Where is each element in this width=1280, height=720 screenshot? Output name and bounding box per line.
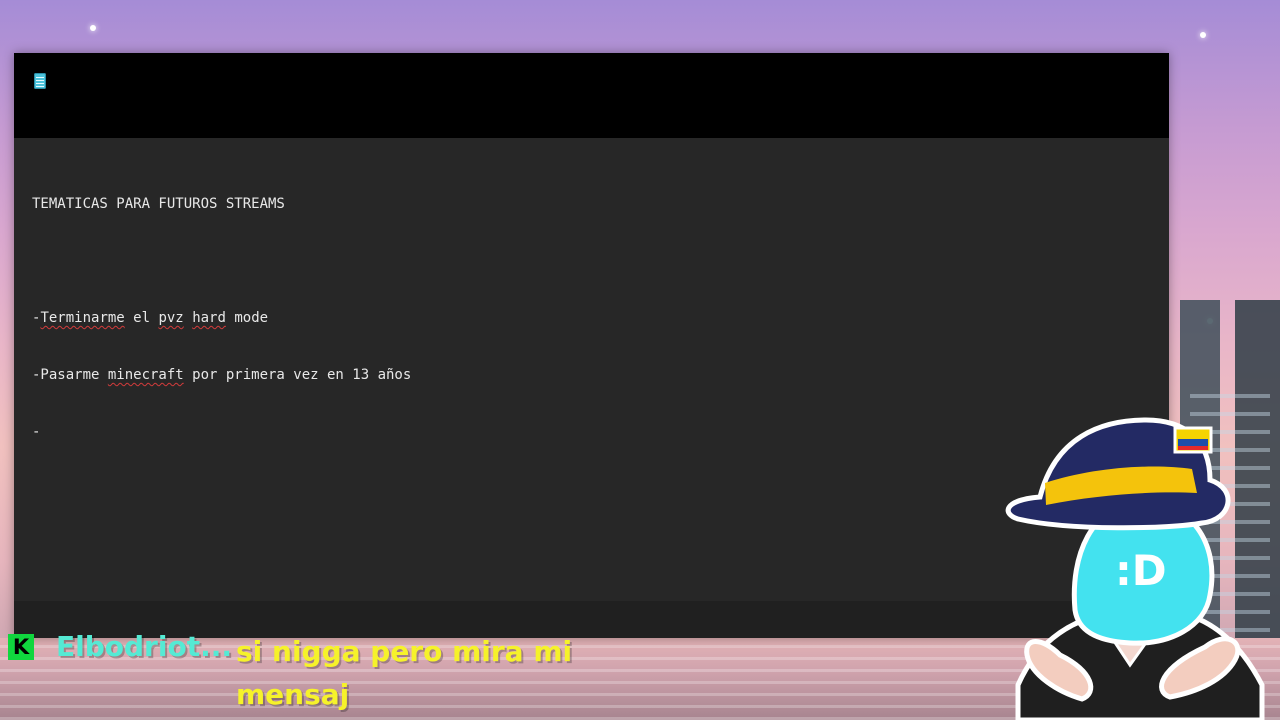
- sky-star: [90, 25, 96, 31]
- spellchecked-word: minecraft: [107, 367, 184, 383]
- editor-line-4: -Pasarme minecraft por primera vez en 13…: [32, 366, 1132, 385]
- text-editor-area[interactable]: TEMATICAS PARA FUTUROS STREAMS -Terminar…: [32, 157, 1132, 597]
- title-bar: [14, 53, 1169, 138]
- editor-line-3: -Terminarme el pvz hard mode: [32, 309, 1132, 328]
- notepad-window: TEMATICAS PARA FUTUROS STREAMS -Terminar…: [14, 53, 1169, 638]
- spellchecked-word: Terminarme: [40, 310, 125, 326]
- chat-username: Elbodriot...: [56, 630, 232, 663]
- spellchecked-word: pvz: [158, 310, 184, 326]
- chat-message: si nigga pero mira mi mensaj: [236, 635, 573, 711]
- editor-line-5: -: [32, 424, 41, 440]
- text-fragment: el: [124, 310, 159, 326]
- sky-star: [1200, 32, 1206, 38]
- editor-line-1: TEMATICAS PARA FUTUROS STREAMS: [32, 196, 285, 212]
- text-fragment: -Pasarme: [32, 367, 108, 383]
- text-fragment: por primera vez en 13 años: [183, 367, 412, 383]
- editor-line-2: [32, 252, 1132, 271]
- avatar-face-text: :D: [1115, 546, 1167, 595]
- text-fragment: mode: [225, 310, 269, 326]
- streamer-avatar: :D: [1005, 417, 1265, 720]
- text-fragment: [184, 310, 192, 326]
- notepad-icon: [34, 73, 46, 89]
- chat-overlay: K Elbodriot... si nigga pero mira mi men…: [8, 630, 628, 711]
- platform-badge: K: [8, 634, 34, 660]
- spellchecked-word: hard: [192, 310, 226, 326]
